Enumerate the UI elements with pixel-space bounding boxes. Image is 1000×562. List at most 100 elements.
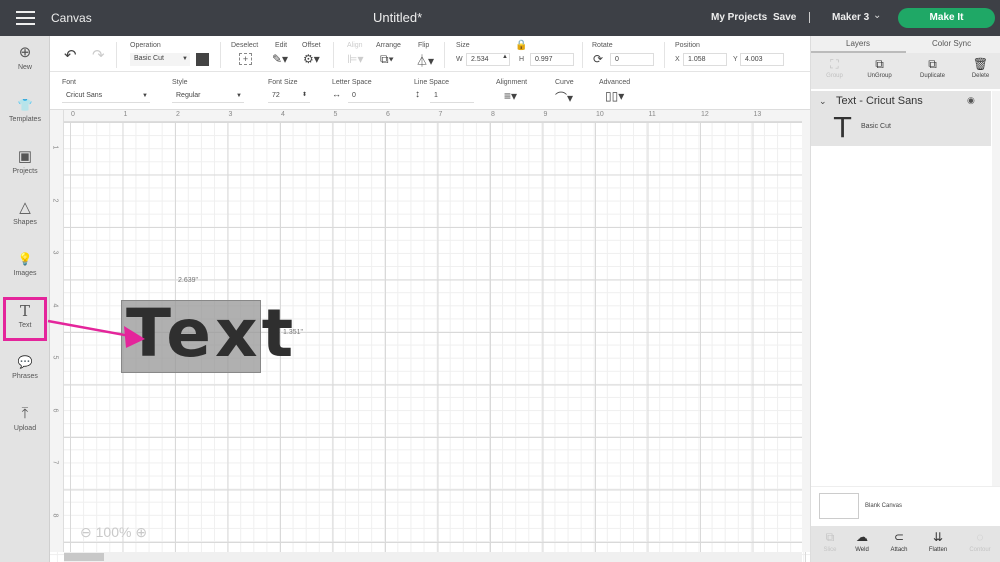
operation-select[interactable]: Basic Cut [130,53,190,66]
document-title[interactable]: Untitled* [373,10,422,25]
hamburger-menu-icon[interactable] [16,11,35,25]
dropdown-caret-icon: ▼ [142,93,148,99]
sidebar-item-templates[interactable]: 👕 Templates [0,96,50,123]
sidebar-item-projects[interactable]: ▣ Projects [0,148,50,175]
blank-canvas-label: Blank Canvas [865,503,903,509]
offset-label: Offset [302,42,321,49]
make-it-button[interactable]: Make It [898,8,995,28]
machine-selector[interactable]: Maker 3 [832,12,869,23]
ruler-tick: 1 [51,145,59,150]
ungroup-button[interactable]: ⧉ UnGroup [856,57,903,79]
color-swatch[interactable] [196,53,209,66]
ruler-tick: 5 [51,355,59,360]
ungroup-label: UnGroup [867,73,892,79]
scrollbar-thumb[interactable] [64,553,104,561]
horizontal-scrollbar[interactable] [64,552,802,562]
divider [664,42,665,68]
upload-icon: ⤒ [21,405,29,422]
flatten-button[interactable]: ⇊ Flatten [919,530,957,553]
ruler-tick: 11 [648,111,656,118]
ruler-tick: 13 [753,111,762,118]
line-space-icon: ↕ [415,89,420,100]
pencil-icon[interactable]: ✎▾ [272,52,288,66]
horizontal-ruler: 0 1 2 3 4 5 6 7 8 9 10 11 12 13 [50,110,802,122]
divider [116,42,117,68]
advanced-icon[interactable]: ▯▯▾ [605,89,624,103]
font-select[interactable]: Cricut Sans [62,90,150,103]
ruler-tick: 10 [596,111,604,118]
dropdown-caret-icon: ▼ [182,56,188,62]
lock-icon[interactable]: 🔒 [515,40,527,51]
top-bar: Canvas Untitled* My Projects Save Maker … [0,0,1000,36]
deselect-button[interactable]: + [239,53,252,65]
sidebar-item-upload[interactable]: ⤒ Upload [0,405,50,432]
plus-circle-icon: ⊕ [18,44,32,61]
zoom-control: ⊖ 100% ⊕ [80,524,147,541]
group-button[interactable]: ⛶ Group [811,57,858,79]
stepper-icon[interactable]: ⬍ [302,91,307,98]
align-left-icon[interactable]: ≡▾ [504,89,517,103]
ruler-tick: 4 [281,111,285,118]
flip-icon[interactable]: ⏃▾ [416,52,434,69]
sidebar-item-label: Shapes [13,219,37,226]
blank-canvas-row[interactable]: Blank Canvas [811,486,1000,526]
height-input[interactable]: 0.997 [530,53,574,66]
layer-actions: ⛶ Group ⧉ UnGroup ⧉ Duplicate 🗑 Delete [811,53,1000,89]
text-object[interactable]: Text [121,295,293,373]
deselect-label: Deselect [231,42,259,49]
redo-icon[interactable]: ↷ [92,46,105,64]
dropdown-caret-icon: ▼ [236,93,242,99]
curve-icon[interactable]: ⌒▾ [555,89,573,106]
undo-icon[interactable]: ↶ [64,46,77,64]
ruler-tick: 0 [71,111,75,118]
letter-space-label: Letter Space [332,79,372,86]
lightbulb-icon: 💡 [17,252,33,266]
delete-button[interactable]: 🗑 Delete [957,57,1000,79]
duplicate-button[interactable]: ⧉ Duplicate [909,57,956,79]
text-layer-icon: T [834,111,852,144]
zoom-out-icon[interactable]: ⊖ [80,524,92,540]
layer-operation: Basic Cut [861,123,891,130]
rotate-icon: ⟳ [593,52,604,66]
x-position-input[interactable]: 1.058 [683,53,727,66]
offset-icon[interactable]: ⚙▾ [303,52,320,66]
sidebar-item-shapes[interactable]: △ Shapes [0,199,50,226]
tab-layers[interactable]: Layers [846,39,870,48]
my-projects-link[interactable]: My Projects [711,12,767,23]
line-space-input[interactable]: 1 [430,90,474,103]
tab-color-sync[interactable]: Color Sync [932,39,971,48]
sidebar-item-phrases[interactable]: 💬 Phrases [0,353,50,380]
ruler-tick: 1 [123,111,128,118]
rotate-input[interactable]: 0 [610,53,654,66]
ruler-tick: 7 [438,111,443,118]
chevron-down-icon[interactable]: ⌄ [873,10,881,21]
trash-icon: 🗑 [972,57,989,71]
sidebar-item-label: Templates [9,116,41,123]
zoom-in-icon[interactable]: ⊕ [135,524,147,540]
blank-canvas-swatch[interactable] [819,493,859,519]
sidebar-item-label: Images [13,270,37,277]
y-position-input[interactable]: 4.003 [740,53,784,66]
arrange-icon[interactable]: ⧉▾ [380,52,394,67]
layers-scrollbar[interactable] [992,91,1000,491]
vertical-scrollbar[interactable] [802,110,810,552]
chevron-down-icon[interactable]: ⌄ [819,96,827,107]
delete-label: Delete [971,73,990,79]
stepper-icon[interactable]: ▲ [502,54,508,60]
letter-space-input[interactable]: 0 [348,90,390,103]
contour-button[interactable]: ◌ Contour [961,530,999,553]
save-button[interactable]: Save [773,12,796,23]
ruler-tick: 8 [491,111,495,118]
weld-button[interactable]: ☁ Weld [843,530,881,553]
sidebar-item-new[interactable]: ⊕ New [0,44,50,71]
eye-icon[interactable]: ◉ [967,95,975,106]
group-label: Group [826,73,843,79]
style-select[interactable]: Regular [172,90,244,103]
sidebar-item-images[interactable]: 💡 Images [0,250,50,277]
layer-group-title: Text - Cricut Sans [836,95,923,107]
layer-group[interactable]: ⌄ Text - Cricut Sans ◉ T Basic Cut [811,91,991,146]
size-label: Size [456,42,470,49]
attach-button[interactable]: ⊂ Attach [880,530,918,553]
ruler-tick: 8 [51,513,59,517]
align-icon[interactable]: ⊫▾ [347,52,363,66]
